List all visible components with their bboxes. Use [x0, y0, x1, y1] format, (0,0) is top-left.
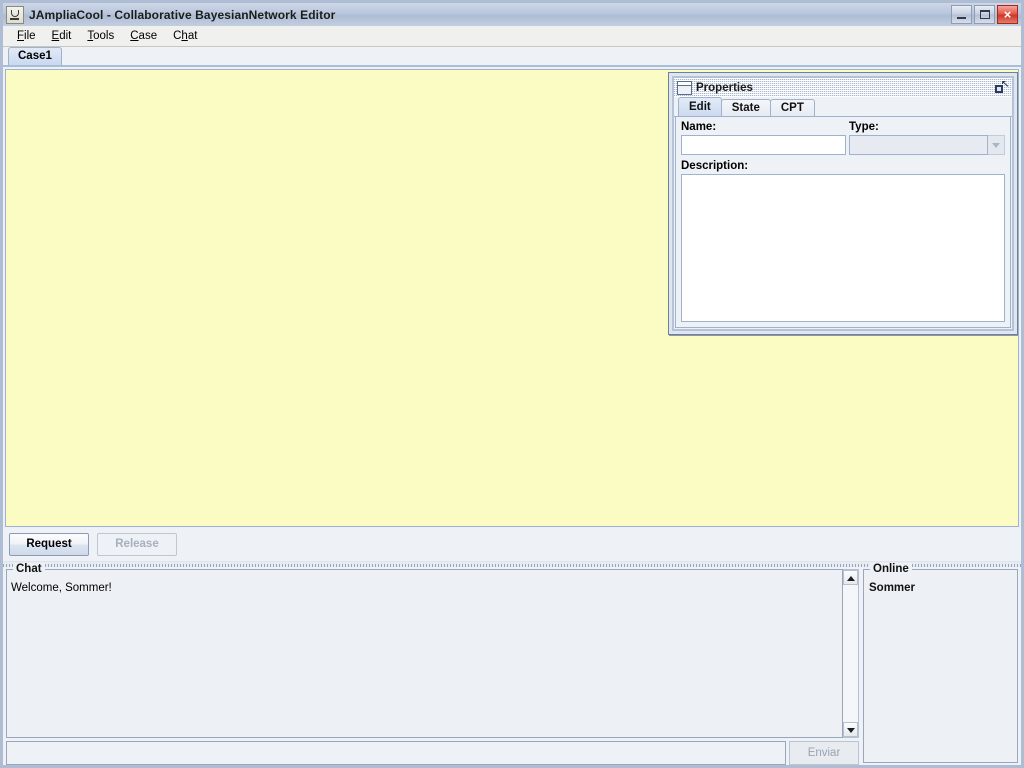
maximize-icon	[980, 10, 990, 19]
chat-left-column: Chat Welcome, Sommer! Enviar	[6, 563, 859, 765]
online-panel: Online Sommer	[863, 563, 1018, 763]
menu-edit-label: dit	[59, 29, 72, 42]
tab-cpt[interactable]: CPT	[769, 99, 815, 116]
restore-button[interactable]: ↖	[994, 78, 1010, 95]
window-title: JAmpliaCool - Collaborative BayesianNetw…	[29, 7, 336, 22]
properties-titlebar[interactable]: Properties ↖	[674, 78, 1012, 97]
menu-file-label: ile	[24, 29, 36, 42]
type-combobox-value	[849, 135, 988, 155]
application-window: JAmpliaCool - Collaborative BayesianNetw…	[0, 0, 1024, 768]
scrollbar-track[interactable]	[843, 585, 858, 722]
restore-arrow-icon: ↖	[1000, 78, 1010, 90]
field-label-row: Name: Type:	[681, 121, 1005, 133]
field-input-row	[681, 135, 1005, 155]
menu-tools-label: ools	[93, 29, 115, 42]
menu-chat-label: at	[187, 29, 198, 42]
menu-case[interactable]: Case	[122, 28, 165, 45]
chat-panel-title: Chat	[13, 563, 45, 575]
network-canvas[interactable]: Properties ↖ Edit State CPT Name: Type: …	[5, 69, 1019, 527]
properties-edit-panel: Name: Type: Description:	[675, 117, 1011, 328]
type-label: Type:	[849, 121, 879, 133]
menu-tools[interactable]: Tools	[79, 28, 122, 45]
tab-case1[interactable]: Case1	[8, 47, 62, 65]
menu-chat[interactable]: Chat	[165, 28, 205, 45]
close-icon: ×	[1003, 7, 1012, 22]
send-button: Enviar	[789, 741, 859, 765]
properties-tabs: Edit State CPT	[674, 97, 1012, 117]
main-split-pane: Properties ↖ Edit State CPT Name: Type: …	[3, 67, 1021, 765]
properties-title: Properties	[696, 81, 753, 94]
description-label: Description:	[681, 160, 749, 172]
online-column: Online Sommer	[863, 563, 1018, 765]
menu-bar: File Edit Tools Case Chat	[3, 26, 1021, 47]
chevron-down-icon[interactable]	[988, 135, 1005, 155]
chat-scrollbar[interactable]	[843, 569, 859, 738]
minimize-button[interactable]	[951, 5, 972, 24]
window-frame-icon	[677, 80, 692, 95]
name-input[interactable]	[681, 135, 846, 155]
lock-control-bar: Request Release	[3, 527, 1021, 561]
properties-internal-frame[interactable]: Properties ↖ Edit State CPT Name: Type: …	[668, 72, 1018, 335]
tab-edit[interactable]: Edit	[678, 97, 722, 116]
java-coffee-cup-icon	[6, 5, 24, 24]
chat-scroll-wrapper: Chat Welcome, Sommer!	[6, 563, 859, 738]
menu-case-label: ase	[138, 29, 158, 42]
online-panel-title: Online	[870, 563, 912, 575]
properties-frame-inner: Properties ↖ Edit State CPT Name: Type: …	[672, 76, 1014, 331]
tab-state[interactable]: State	[720, 99, 771, 116]
chat-zone: Chat Welcome, Sommer! Enviar Online Somm…	[3, 563, 1021, 765]
type-combobox[interactable]	[849, 135, 1005, 155]
scroll-up-icon[interactable]	[843, 570, 858, 585]
maximize-button[interactable]	[974, 5, 995, 24]
window-controls: ×	[951, 5, 1018, 24]
online-bottom-spacer	[863, 763, 1018, 765]
description-textarea[interactable]	[681, 174, 1005, 322]
menu-file[interactable]: File	[9, 28, 44, 45]
chat-input[interactable]	[6, 741, 786, 765]
close-button[interactable]: ×	[997, 5, 1018, 24]
window-titlebar[interactable]: JAmpliaCool - Collaborative BayesianNetw…	[3, 3, 1021, 26]
menu-edit[interactable]: Edit	[44, 28, 80, 45]
scroll-down-icon[interactable]	[843, 722, 858, 737]
release-button: Release	[97, 532, 177, 556]
request-button[interactable]: Request	[9, 532, 89, 556]
minimize-icon	[957, 17, 966, 19]
case-tabstrip: Case1	[3, 47, 1021, 67]
name-label: Name:	[681, 121, 717, 133]
chat-panel: Chat Welcome, Sommer!	[6, 563, 843, 738]
chat-message: Welcome, Sommer!	[11, 582, 112, 594]
chat-input-row: Enviar	[6, 741, 859, 765]
